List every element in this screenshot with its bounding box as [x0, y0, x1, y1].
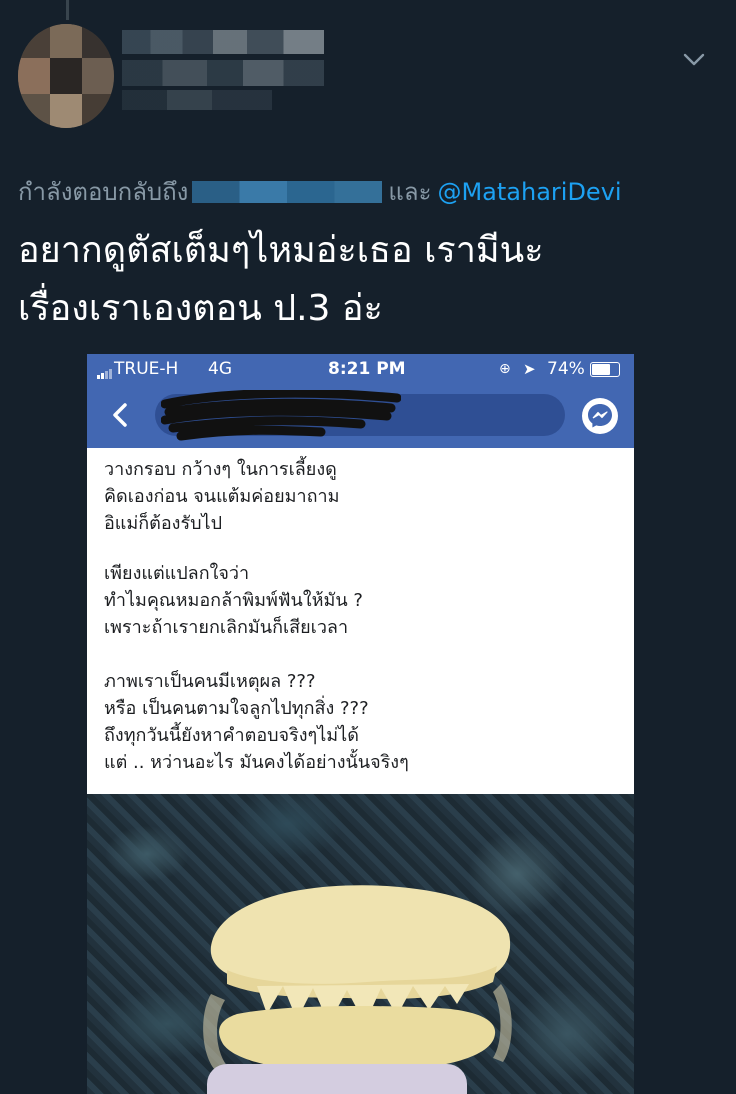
thread-connector-line: [66, 0, 69, 20]
back-arrow-icon: [113, 403, 127, 427]
battery-percent: 74%: [547, 359, 585, 379]
post-line: คิดเองก่อน จนแต้มค่อยมาถาม: [104, 486, 340, 507]
reply-mention-link[interactable]: @MatahariDevi: [437, 178, 621, 206]
avatar[interactable]: [18, 24, 114, 128]
reply-and: และ: [388, 178, 432, 206]
location-arrow-icon: ➤: [523, 360, 536, 378]
dental-mold-photo: [87, 794, 634, 1094]
network-label: 4G: [208, 359, 232, 379]
replying-to-line: กำลังตอบกลับถึง และ @MatahariDevi: [18, 172, 622, 211]
post-line: วางกรอบ กว้างๆ ในการเลี้ยงดู: [104, 459, 337, 480]
post-line: แต่ .. หว่านอะไร มันคงได้อย่างนั้นจริงๆ: [104, 752, 409, 773]
facebook-post-text: วางกรอบ กว้างๆ ในการเลี้ยงดู คิดเองก่อน …: [87, 448, 634, 794]
clock-label: 8:21 PM: [328, 359, 406, 379]
post-line: ทำไมคุณหมอกล้าพิมพ์ฟันให้มัน ?: [104, 590, 363, 611]
reply-prefix: กำลังตอบกลับถึง: [18, 178, 189, 206]
post-line: หรือ เป็นคนตามใจลูกไปทุกสิ่ง ???: [104, 698, 369, 719]
handle-redacted: [122, 60, 324, 86]
attached-image[interactable]: TRUE-H 4G 8:21 PM ⊕ ➤ 74% วางกรอบ กว้างๆ…: [87, 354, 634, 1094]
orientation-lock-icon: ⊕: [499, 361, 511, 377]
post-line: เพราะถ้าเรายกเลิกมันก็เสียเวลา: [104, 617, 349, 638]
phone-status-bar: TRUE-H 4G 8:21 PM ⊕ ➤ 74%: [87, 354, 634, 384]
tweet-text-line: เรื่องเราเองตอน ป.3 อ่ะ: [18, 288, 383, 329]
post-line: ภาพเราเป็นคนมีเหตุผล ???: [104, 671, 316, 692]
dental-mold: [203, 885, 512, 1073]
tweet-text: อยากดูตัสเต็มๆไหมอ่ะเธอ เรามีนะ เรื่องเร…: [18, 222, 718, 338]
post-line: เพียงแต่แปลกใจว่า: [104, 563, 250, 584]
signal-icon: [97, 359, 113, 379]
reply-user-redacted: [192, 181, 383, 203]
display-name-redacted: [122, 30, 324, 54]
handle-redacted-extra: [122, 90, 272, 110]
cloth: [207, 1064, 467, 1094]
messenger-icon: [582, 398, 618, 434]
post-line: อิแม่ก็ต้องรับไป: [104, 513, 223, 534]
chevron-down-icon[interactable]: [683, 52, 705, 68]
carrier-label: TRUE-H: [114, 359, 179, 379]
battery-icon: [590, 362, 620, 377]
redaction-scribble: [161, 390, 401, 441]
tweet-text-line: อยากดูตัสเต็มๆไหมอ่ะเธอ เรามีนะ: [18, 230, 544, 271]
post-line: ถึงทุกวันนี้ยังหาคำตอบจริงๆไม่ได้: [104, 725, 359, 746]
facebook-nav-bar: [87, 384, 634, 448]
